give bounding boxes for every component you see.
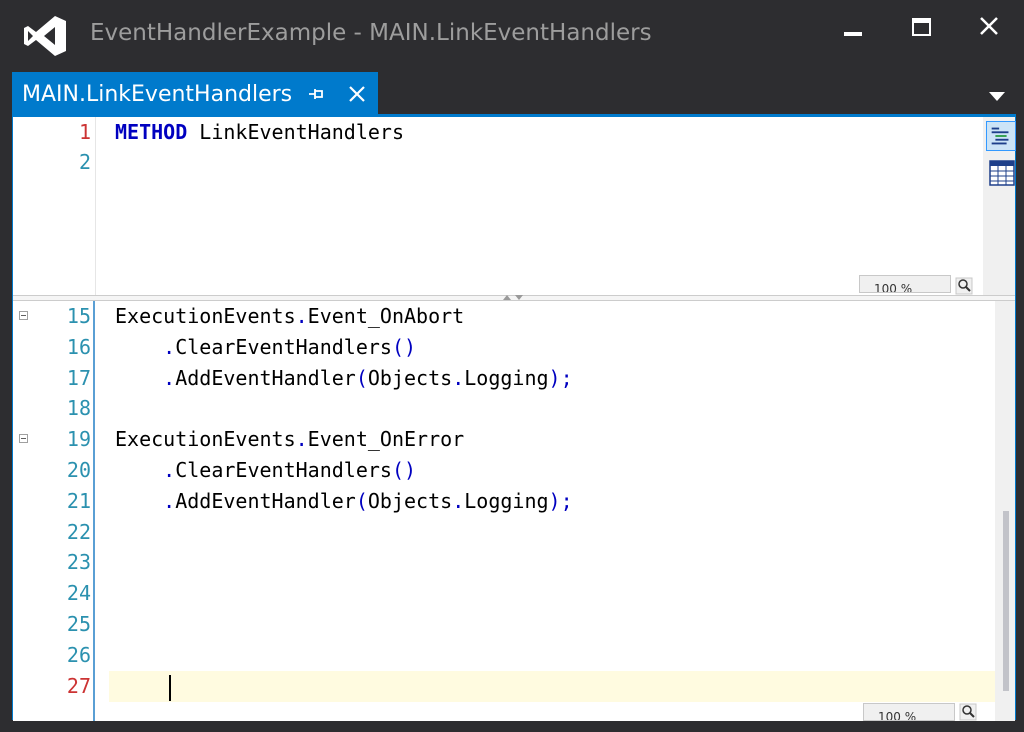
punctuation: ); [548,488,573,513]
code-line[interactable]: 21 .AddEventHandler(Objects.Logging); [13,486,995,517]
window-title: EventHandlerExample - MAIN.LinkEventHand… [90,20,652,46]
tab-label: MAIN.LinkEventHandlers [22,82,293,107]
text-view-icon[interactable] [986,121,1016,151]
text-caret [169,675,171,701]
punctuation: ( [355,365,368,390]
line-number: 21 [66,488,91,513]
table-view-icon[interactable] [986,157,1016,187]
identifier [115,489,163,513]
identifier [115,335,163,359]
identifier: AddEventHandler [175,488,356,513]
punctuation: . [163,334,176,359]
code-line[interactable]: 27 [13,671,995,702]
maximize-button[interactable] [898,8,944,48]
identifier: Event_OnError [307,427,465,452]
identifier: AddEventHandler [175,365,356,390]
code-text: METHOD LinkEventHandlers [115,117,404,148]
punctuation: . [163,488,176,513]
code-line[interactable]: 26 [13,640,995,671]
identifier: Objects [367,365,453,390]
code-text: .ClearEventHandlers() [115,332,416,363]
chevron-down-icon[interactable] [988,90,1006,102]
code-text: ExecutionEvents.Event_OnAbort [115,301,464,332]
code-line[interactable]: 25 [13,609,995,640]
punctuation: . [295,427,308,452]
identifier: ClearEventHandlers [175,334,392,359]
punctuation: () [391,458,417,482]
code-line[interactable]: 16 .ClearEventHandlers() [13,332,995,363]
punctuation: . [452,488,465,513]
close-icon[interactable] [345,82,369,106]
minimize-button[interactable] [830,8,876,48]
line-number: 19 [66,427,91,452]
identifier: LinkEventHandlers [187,120,404,144]
line-number: 23 [66,550,91,575]
zoom-level-upper[interactable]: 100 % [859,275,951,293]
title-bar: EventHandlerExample - MAIN.LinkEventHand… [0,0,1024,72]
code-line[interactable]: 15 ExecutionEvents.Event_OnAbort [13,301,995,332]
declaration-pane[interactable]: 1 METHOD LinkEventHandlers 2 100 % [13,117,983,295]
line-number: 26 [66,642,91,667]
punctuation: ); [548,365,573,390]
code-text: .AddEventHandler(Objects.Logging); [115,486,573,517]
line-number: 15 [66,304,91,328]
view-toolbar [983,117,1016,295]
identifier: ExecutionEvents [115,304,296,328]
visual-studio-logo-icon [24,16,66,56]
line-number: 22 [66,519,91,544]
punctuation: ( [355,488,368,513]
code-line[interactable]: 18 [13,393,995,424]
collapse-icon[interactable] [19,434,28,444]
punctuation: . [452,365,465,390]
code-line[interactable]: 24 [13,578,995,609]
line-number: 24 [66,581,91,606]
punctuation: () [391,334,417,359]
punctuation: . [163,458,176,482]
identifier: Event_OnAbort [307,304,465,328]
code-line[interactable]: 20 .ClearEventHandlers() [13,455,995,486]
zoom-magnifier-icon[interactable] [959,703,977,721]
code-text: ExecutionEvents.Event_OnError [115,424,464,455]
identifier: Objects [367,488,453,513]
identifier: ExecutionEvents [115,427,296,452]
code-line[interactable]: 23 [13,547,995,578]
punctuation: . [295,304,308,328]
line-number: 20 [66,458,91,482]
code-line[interactable]: 19 ExecutionEvents.Event_OnError [13,424,995,455]
identifier [115,458,163,482]
line-number: 27 [66,673,91,698]
vertical-scrollbar[interactable] [995,301,1015,721]
code-line[interactable]: 22 [13,517,995,548]
close-window-button[interactable] [966,8,1012,48]
identifier: ClearEventHandlers [175,458,392,482]
identifier: Logging [464,488,549,513]
identifier [115,366,163,390]
line-number: 25 [66,612,91,636]
implementation-pane[interactable]: 15 ExecutionEvents.Event_OnAbort 16 .Clear… [13,301,995,721]
code-line[interactable]: 17 .AddEventHandler(Objects.Logging); [13,363,995,394]
tab-main-linkeventhandlers[interactable]: MAIN.LinkEventHandlers [12,72,378,114]
scrollbar-thumb[interactable] [1003,511,1009,691]
zoom-magnifier-icon[interactable] [955,277,973,295]
document-tab-strip: MAIN.LinkEventHandlers [0,72,1024,116]
line-number: 17 [66,365,91,390]
line-number: 16 [66,334,91,359]
line-number: 18 [66,396,91,421]
zoom-level-lower[interactable]: 100 % [863,703,955,721]
pin-icon[interactable] [306,84,326,104]
line-number: 1 [78,120,91,144]
punctuation: . [163,365,176,390]
code-line[interactable]: 2 [13,147,995,178]
code-text: .AddEventHandler(Objects.Logging); [115,363,573,394]
code-editor: 1 METHOD LinkEventHandlers 2 100 % 15 Ex… [12,116,1016,721]
line-number: 2 [78,150,91,174]
identifier: Logging [464,365,549,390]
collapse-icon[interactable] [19,311,28,320]
code-text: .ClearEventHandlers() [115,455,416,486]
code-line[interactable]: 1 METHOD LinkEventHandlers [13,117,995,148]
keyword: METHOD [115,120,188,144]
